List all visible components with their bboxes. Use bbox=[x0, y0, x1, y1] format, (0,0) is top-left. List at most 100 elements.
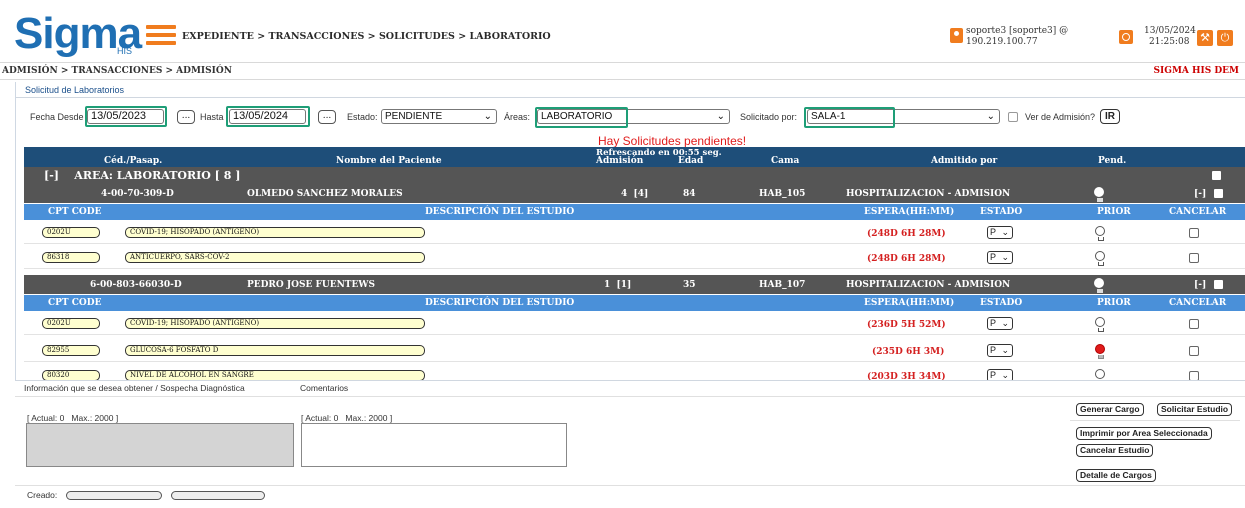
cpt-code-field[interactable]: 0202U bbox=[42, 227, 100, 238]
cpt-code-field[interactable]: 0202U bbox=[42, 318, 100, 329]
panel-divider bbox=[16, 97, 1245, 98]
comments-label: Comentarios bbox=[300, 383, 349, 393]
buttons-divider bbox=[1070, 420, 1240, 421]
col-cancelar: CANCELAR bbox=[1169, 298, 1227, 308]
hamburger-menu-icon[interactable] bbox=[146, 25, 176, 47]
info-label: Información que se desea obtener / Sospe… bbox=[24, 383, 245, 393]
ir-button[interactable]: IR bbox=[1100, 109, 1120, 124]
col-cpt: CPT CODE bbox=[48, 207, 102, 217]
priority-bulb-icon[interactable] bbox=[1095, 251, 1105, 266]
priority-bulb-icon[interactable] bbox=[1095, 226, 1105, 241]
user-name: soporte3 [soporte3] @ bbox=[966, 26, 1069, 36]
generar-cargo-button[interactable]: Generar Cargo bbox=[1076, 403, 1144, 416]
cpt-code-field[interactable]: 82955 bbox=[42, 345, 100, 356]
created-by-field bbox=[66, 491, 162, 500]
patient-admision: 1 [1] bbox=[604, 280, 632, 290]
col-prior: PRIOR bbox=[1097, 298, 1131, 308]
detalle-cargos-button[interactable]: Detalle de Cargos bbox=[1076, 469, 1156, 482]
patient-toggle[interactable]: [-] bbox=[1194, 280, 1206, 290]
chevron-down-icon: ⌄ bbox=[1001, 370, 1009, 380]
patient-select-checkbox[interactable] bbox=[1214, 280, 1223, 289]
imprimir-area-button[interactable]: Imprimir por Area Seleccionada bbox=[1076, 427, 1212, 440]
user-icon bbox=[950, 28, 963, 43]
col-admision: Admisión bbox=[596, 156, 644, 166]
cancel-checkbox[interactable] bbox=[1189, 346, 1199, 356]
col-espera: ESPERA(HH:MM) bbox=[864, 207, 955, 217]
estado-item-value: P bbox=[990, 252, 997, 262]
patient-toggle[interactable]: [-] bbox=[1194, 189, 1206, 199]
cpt-code-field[interactable]: 86318 bbox=[42, 252, 100, 263]
estado-item-value: P bbox=[990, 370, 997, 380]
col-ced: Céd./Pasap. bbox=[104, 156, 163, 166]
solicitar-estudio-button[interactable]: Solicitar Estudio bbox=[1157, 403, 1233, 416]
col-desc: DESCRIPCIÓN DEL ESTUDIO bbox=[425, 207, 575, 217]
study-header: CPT CODE DESCRIPCIÓN DEL ESTUDIO ESPERA(… bbox=[24, 295, 1245, 311]
study-desc-field[interactable]: COVID-19; HISOPADO (ANTIGENO) bbox=[125, 227, 425, 238]
areas-highlight bbox=[535, 107, 628, 128]
sigma-logo-sub: HIS bbox=[117, 46, 133, 56]
hasta-highlight bbox=[226, 106, 310, 127]
cancel-checkbox[interactable] bbox=[1189, 253, 1199, 263]
study-row: 0202U COVID-19; HISOPADO (ANTIGENO) (236… bbox=[24, 313, 1245, 335]
patient-select-checkbox[interactable] bbox=[1214, 189, 1223, 198]
tools-icon[interactable]: ⚒ bbox=[1197, 30, 1213, 46]
col-edad: Edad bbox=[678, 156, 704, 166]
col-prior: PRIOR bbox=[1097, 207, 1131, 217]
priority-bulb-icon[interactable] bbox=[1095, 369, 1105, 379]
hasta-picker-button[interactable]: ... bbox=[318, 110, 336, 124]
module-breadcrumb: ADMISIÓN > TRANSACCIONES > ADMISIÓN bbox=[2, 66, 232, 76]
patient-edad: 84 bbox=[683, 189, 696, 199]
study-header: CPT CODE DESCRIPCIÓN DEL ESTUDIO ESPERA(… bbox=[24, 204, 1245, 220]
cpt-code-field[interactable]: 80320 bbox=[42, 370, 100, 380]
study-desc-field[interactable]: NIVEL DE ALCOHOL EN SANGRE bbox=[125, 370, 425, 380]
comments-textarea[interactable] bbox=[301, 423, 567, 467]
ver-admision-checkbox[interactable] bbox=[1008, 112, 1018, 122]
estado-item-select[interactable]: P ⌄ bbox=[987, 317, 1013, 330]
cancel-checkbox[interactable] bbox=[1189, 319, 1199, 329]
datetime: 13/05/2024 21:25:08 bbox=[1144, 26, 1196, 48]
cancelar-estudio-button[interactable]: Cancelar Estudio bbox=[1076, 444, 1154, 457]
chevron-down-icon: ⌄ bbox=[1001, 227, 1009, 237]
chevron-down-icon: ⌄ bbox=[483, 111, 492, 122]
study-desc-field[interactable]: COVID-19; HISOPADO (ANTIGENO) bbox=[125, 318, 425, 329]
top-breadcrumb: EXPEDIENTE > TRANSACCIONES > SOLICITUDES… bbox=[182, 31, 551, 42]
estado-select[interactable]: PENDIENTE ⌄ bbox=[381, 109, 497, 124]
estado-label: Estado: bbox=[347, 112, 378, 122]
study-desc-field[interactable]: ANTICUERPO, SARS-COV-2 bbox=[125, 252, 425, 263]
lightbulb-icon bbox=[1094, 187, 1104, 202]
col-estado: ESTADO bbox=[980, 298, 1023, 308]
fecha-desde-highlight bbox=[85, 106, 167, 127]
power-icon[interactable]: ⏻ bbox=[1217, 30, 1233, 46]
panel-title: Solicitud de Laboratorios bbox=[25, 85, 125, 95]
patient-row[interactable]: 6-00-803-66030-D PEDRO JOSE FUENTEWS 1 [… bbox=[24, 275, 1245, 294]
estado-item-select[interactable]: P ⌄ bbox=[987, 251, 1013, 264]
area-group-row[interactable]: [-] AREA: LABORATORIO [ 8 ] bbox=[24, 167, 1245, 184]
cancel-checkbox[interactable] bbox=[1189, 228, 1199, 238]
chevron-down-icon: ⌄ bbox=[1001, 345, 1009, 355]
user-ip: 190.219.100.77 bbox=[966, 37, 1038, 47]
pending-notice: Hay Solicitudes pendientes! bbox=[598, 134, 747, 148]
created-date-field bbox=[171, 491, 265, 500]
priority-bulb-urgent-icon[interactable] bbox=[1095, 344, 1105, 359]
study-row: 0202U COVID-19; HISOPADO (ANTIGENO) (248… bbox=[24, 222, 1245, 244]
fecha-desde-picker-button[interactable]: ... bbox=[177, 110, 195, 124]
info-textarea[interactable] bbox=[26, 423, 294, 467]
study-desc-field[interactable]: GLUCOSA-6 FOSFATO D bbox=[125, 345, 425, 356]
col-nombre: Nombre del Paciente bbox=[336, 156, 442, 166]
patient-cama: HAB_105 bbox=[759, 189, 806, 199]
cancel-checkbox[interactable] bbox=[1189, 371, 1199, 380]
col-desc: DESCRIPCIÓN DEL ESTUDIO bbox=[425, 298, 575, 308]
priority-bulb-icon[interactable] bbox=[1095, 317, 1105, 332]
col-admitido: Admitido por bbox=[931, 156, 998, 166]
estado-item-select[interactable]: P ⌄ bbox=[987, 369, 1013, 380]
patient-row[interactable]: 4-00-70-309-D OLMEDO SANCHEZ MORALES 4 [… bbox=[24, 184, 1245, 203]
current-date: 13/05/2024 bbox=[1144, 26, 1196, 36]
estado-item-select[interactable]: P ⌄ bbox=[987, 344, 1013, 357]
patient-name: OLMEDO SANCHEZ MORALES bbox=[247, 189, 403, 199]
area-select-checkbox[interactable] bbox=[1212, 171, 1221, 180]
top-header: Sigma HIS EXPEDIENTE > TRANSACCIONES > S… bbox=[0, 0, 1245, 62]
study-row: 80320 NIVEL DE ALCOHOL EN SANGRE (203D 3… bbox=[24, 365, 1245, 380]
col-cama: Cama bbox=[771, 156, 800, 166]
estado-item-select[interactable]: P ⌄ bbox=[987, 226, 1013, 239]
wait-time: (203D 3H 34M) bbox=[867, 372, 946, 380]
